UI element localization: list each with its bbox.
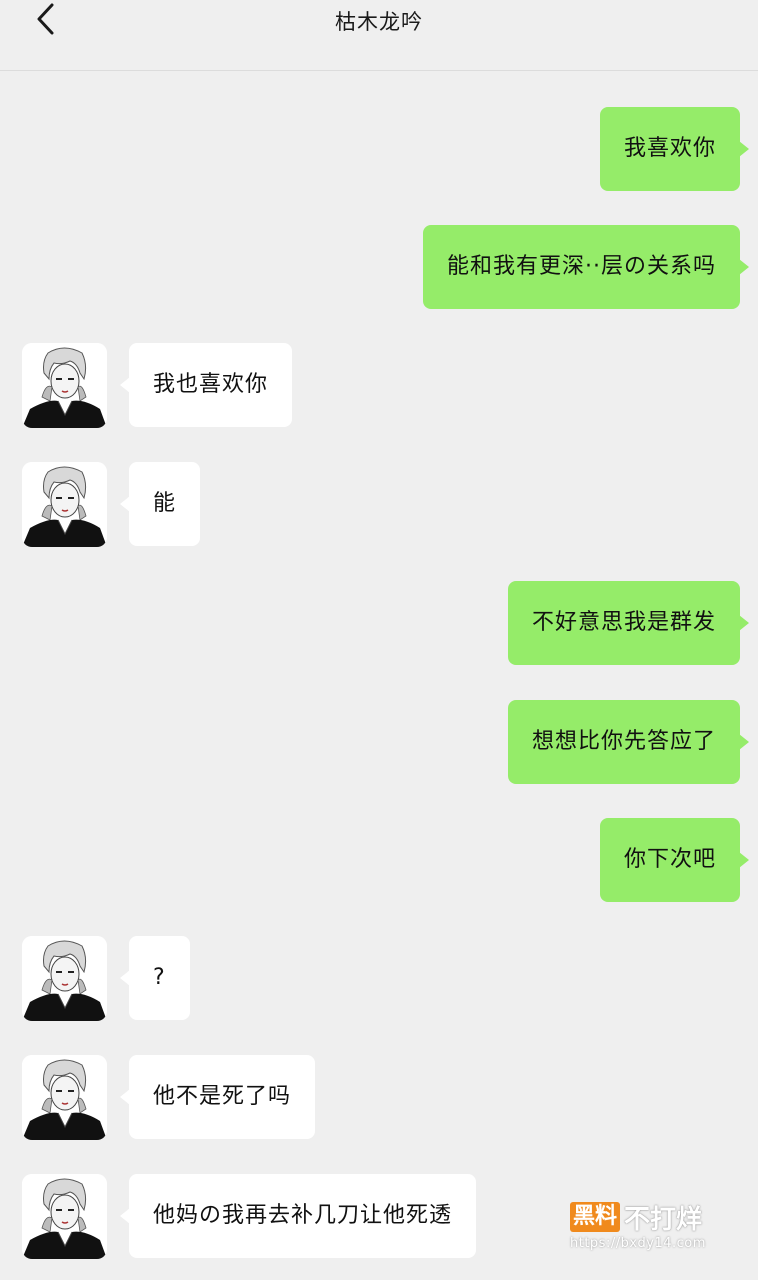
avatar-illustration <box>22 1055 107 1140</box>
contact-avatar[interactable] <box>22 343 107 428</box>
watermark-brand-text: 不打烊 <box>624 1204 703 1235</box>
watermark-brand: 黑料 不打烊 <box>570 1200 703 1235</box>
my-message-bubble[interactable]: 想想比你先答应了 <box>507 700 750 784</box>
watermark-url: https://bxdy14.com <box>570 1236 706 1251</box>
my-message-bubble[interactable]: 你下次吧 <box>599 818 750 902</box>
their-message-bubble[interactable]: 我也喜欢你 <box>119 343 293 427</box>
their-message-bubble[interactable]: 他妈の我再去补几刀让他死透 <box>119 1174 477 1258</box>
my-message-bubble[interactable]: 能和我有更深··层の关系吗 <box>423 225 749 309</box>
their-message-bubble[interactable]: ? <box>120 936 190 1020</box>
contact-avatar[interactable] <box>22 462 107 547</box>
avatar-illustration <box>22 1174 107 1259</box>
message-list[interactable]: 我喜欢你 能和我有更深··层の关系吗 我也喜欢你 能 不好意思我是群发 想想比你… <box>0 71 758 1280</box>
watermark: 黑料 不打烊 https://bxdy14.com <box>570 1200 730 1256</box>
their-message-bubble[interactable]: 他不是死了吗 <box>119 1055 316 1139</box>
avatar-illustration <box>22 936 107 1021</box>
chat-header: 枯木龙吟 <box>0 0 758 71</box>
watermark-brand-box: 黑料 <box>570 1202 621 1232</box>
avatar-illustration <box>22 462 107 547</box>
my-message-bubble[interactable]: 不好意思我是群发 <box>507 581 750 665</box>
avatar-illustration <box>22 343 107 428</box>
my-message-bubble[interactable]: 我喜欢你 <box>599 107 750 191</box>
contact-avatar[interactable] <box>22 1174 107 1259</box>
contact-avatar[interactable] <box>22 1055 107 1140</box>
their-message-bubble[interactable]: 能 <box>119 462 201 546</box>
chat-title: 枯木龙吟 <box>335 10 423 34</box>
contact-avatar[interactable] <box>22 936 107 1021</box>
